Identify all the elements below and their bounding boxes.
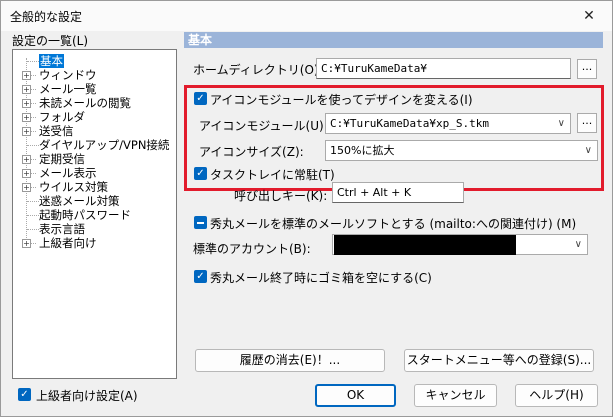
tree-item[interactable]: 定期受信 <box>39 152 85 166</box>
expand-plus-icon[interactable]: + <box>22 183 31 192</box>
icon-module-value: C:¥TuruKameData¥xp_S.tkm <box>330 117 489 130</box>
advanced-settings-checkbox[interactable]: ✓ <box>18 388 31 401</box>
expand-plus-icon[interactable]: + <box>22 155 31 164</box>
tree-guide-line <box>27 215 39 216</box>
tree-item-label: 表示言語 <box>39 222 85 236</box>
tree-item[interactable]: 表示言語 <box>39 222 85 236</box>
tree-item[interactable]: ウイルス対策 <box>39 180 108 194</box>
expand-plus-icon[interactable]: + <box>22 85 31 94</box>
tree-item[interactable]: メール一覧 <box>39 82 97 96</box>
close-icon[interactable]: ✕ <box>566 1 612 31</box>
tree-guide-line <box>27 145 39 146</box>
icon-module-check-label: アイコンモジュールを使ってデザインを変える(I) <box>210 93 473 107</box>
tree-item-label: メール一覧 <box>39 82 97 96</box>
icon-module-checkbox[interactable]: ✓ <box>194 92 207 105</box>
tree-item-label: 起動時パスワード <box>39 208 131 222</box>
tree-guide-line <box>27 61 39 62</box>
settings-list-label: 設定の一覧(L) <box>12 34 89 48</box>
clear-history-button[interactable]: 履歴の消去(E)！... <box>195 349 385 372</box>
icon-size-combo[interactable]: 150%に拡大 ∨ <box>325 140 598 161</box>
ok-button[interactable]: OK <box>315 384 396 407</box>
settings-dialog: 全般的な設定 ✕ 設定の一覧(L) 基本 + ウィンドウ + メール一覧 + 未読メールの閲… <box>0 0 613 417</box>
home-dir-browse-button[interactable]: ... <box>577 59 597 79</box>
tree-guide-line <box>27 229 39 230</box>
tree-item-label: ウイルス対策 <box>39 180 108 194</box>
tree-item-label: 基本 <box>39 54 64 68</box>
expand-plus-icon[interactable]: + <box>22 169 31 178</box>
tree-item[interactable]: ダイヤルアップ/VPN接続 <box>39 138 169 152</box>
icon-module-label: アイコンモジュール(U): <box>199 119 328 133</box>
tree-item[interactable]: 基本 <box>39 54 64 68</box>
home-dir-field[interactable]: C:¥TuruKameData¥ <box>316 58 571 79</box>
window-title: 全般的な設定 <box>10 10 83 24</box>
tree-item-label: ウィンドウ <box>39 68 97 82</box>
expand-plus-icon[interactable]: + <box>22 71 31 80</box>
icon-size-value: 150%に拡大 <box>330 144 395 157</box>
tree-item-label: メール表示 <box>39 166 97 180</box>
icon-module-browse-button[interactable]: ... <box>577 113 597 133</box>
tree-item-label: 上級者向け <box>39 236 97 250</box>
cancel-button[interactable]: キャンセル <box>414 384 497 407</box>
advanced-settings-label: 上級者向け設定(A) <box>36 389 138 403</box>
settings-tree[interactable]: 基本 + ウィンドウ + メール一覧 + 未読メールの閲覧 + フォルダ + 送受信 ダイヤルアップ/… <box>12 49 177 379</box>
chevron-down-icon: ∨ <box>557 118 565 129</box>
expand-plus-icon[interactable]: + <box>22 113 31 122</box>
tree-item[interactable]: フォルダ <box>39 110 85 124</box>
tree-item[interactable]: 迷惑メール対策 <box>39 194 120 208</box>
default-mailer-checkbox[interactable] <box>194 216 207 229</box>
default-mailer-label: 秀丸メールを標準のメールソフトとする (mailto:への関連付け) (M) <box>210 217 577 231</box>
start-menu-register-button[interactable]: スタートメニュー等への登録(S)... <box>404 349 594 372</box>
expand-plus-icon[interactable]: + <box>22 99 31 108</box>
redacted-account-name <box>334 235 516 255</box>
expand-plus-icon[interactable]: + <box>22 127 31 136</box>
section-header: 基本 <box>184 32 603 48</box>
tree-item[interactable]: 起動時パスワード <box>39 208 131 222</box>
tree-guide-line <box>27 201 39 202</box>
home-dir-label: ホームディレクトリ(O): <box>193 63 323 77</box>
tasktray-label: タスクトレイに常駐(T) <box>210 168 335 182</box>
tree-item-label: 定期受信 <box>39 152 85 166</box>
icon-module-combo[interactable]: C:¥TuruKameData¥xp_S.tkm ∨ <box>325 113 571 134</box>
tree-item[interactable]: 送受信 <box>39 124 74 138</box>
empty-trash-label: 秀丸メール終了時にゴミ箱を空にする(C) <box>210 271 432 285</box>
tasktray-checkbox[interactable]: ✓ <box>194 167 207 180</box>
tree-item-label: 未読メールの閲覧 <box>39 96 131 110</box>
hotkey-field[interactable]: Ctrl + Alt + K <box>332 182 464 203</box>
title-bar: 全般的な設定 ✕ <box>1 1 612 31</box>
tree-item[interactable]: ウィンドウ <box>39 68 97 82</box>
chevron-down-icon: ∨ <box>584 145 592 156</box>
expand-plus-icon[interactable]: + <box>22 239 31 248</box>
hotkey-label: 呼び出しキー(K): <box>234 189 328 203</box>
help-button[interactable]: ヘルプ(H) <box>515 384 598 407</box>
icon-size-label: アイコンサイズ(Z): <box>199 145 304 159</box>
empty-trash-checkbox[interactable]: ✓ <box>194 270 207 283</box>
chevron-down-icon: ∨ <box>574 239 582 250</box>
tree-item[interactable]: 未読メールの閲覧 <box>39 96 131 110</box>
default-account-label: 標準のアカウント(B): <box>193 242 311 256</box>
tree-item-label: ダイヤルアップ/VPN接続 <box>39 138 170 152</box>
tree-item[interactable]: メール表示 <box>39 166 97 180</box>
tree-item[interactable]: 上級者向け <box>39 236 97 250</box>
tree-item-label: フォルダ <box>39 110 85 124</box>
tree-item-label: 迷惑メール対策 <box>39 194 120 208</box>
tree-item-label: 送受信 <box>39 124 74 138</box>
